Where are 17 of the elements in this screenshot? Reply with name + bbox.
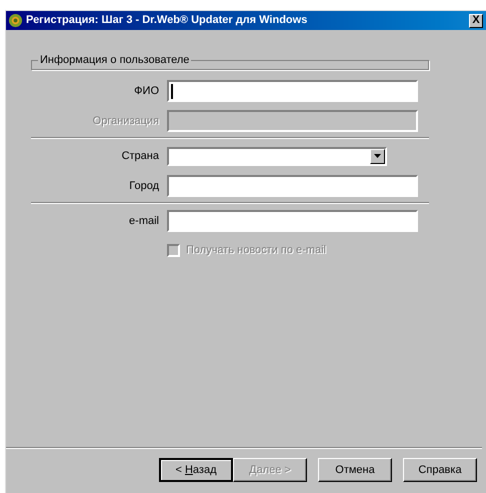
wizard-button[interactable]: < Назад xyxy=(159,458,233,482)
input-field[interactable] xyxy=(167,210,418,232)
group-title: Информация о пользователе xyxy=(38,53,192,67)
input-field[interactable] xyxy=(167,80,418,102)
app-logo-icon xyxy=(8,13,23,28)
field-label: Страна xyxy=(120,148,159,164)
field-label: Город xyxy=(128,178,159,194)
country-dropdown[interactable] xyxy=(167,146,387,166)
input-field[interactable] xyxy=(167,175,418,197)
field-label: Организация xyxy=(92,114,159,129)
checkbox-label: Получать новости по e-mail xyxy=(186,242,326,258)
wizard-button[interactable]: Справка xyxy=(403,458,477,482)
field-label: ФИО xyxy=(133,84,159,99)
window-title: Регистрация: Шаг 3 - Dr.Web® Updater для Windows xyxy=(26,13,308,28)
close-button[interactable]: X xyxy=(469,14,483,28)
wizard-button[interactable]: Отмена xyxy=(318,458,392,482)
field-label: e-mail xyxy=(128,214,159,229)
